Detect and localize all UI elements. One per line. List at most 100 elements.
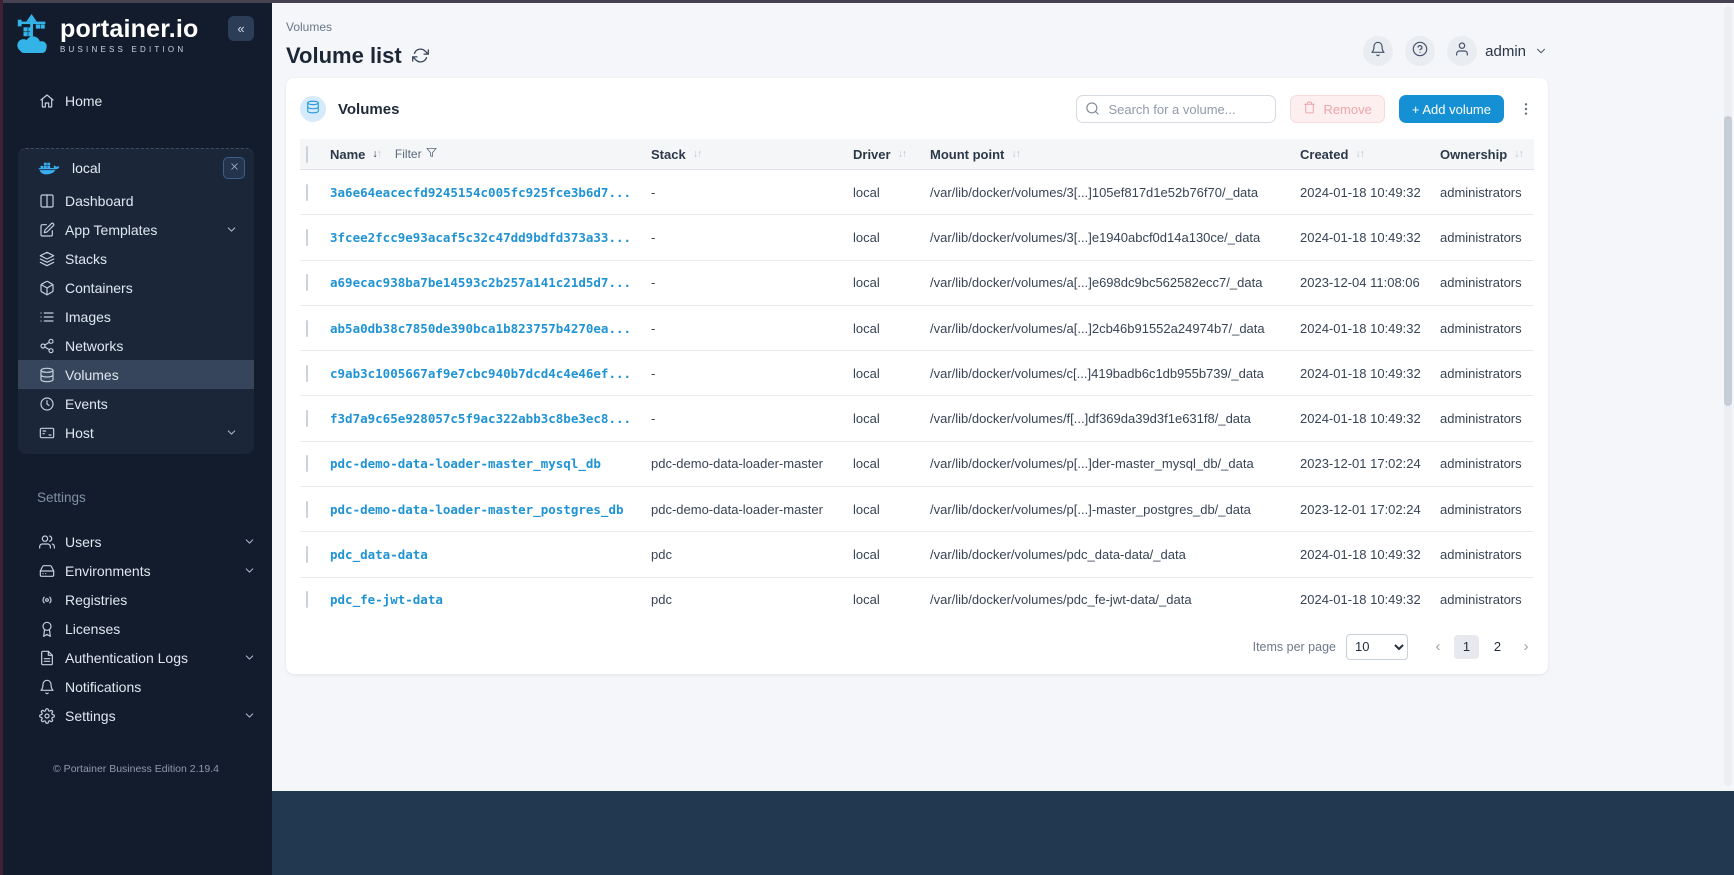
- window-top-edge: [0, 0, 1734, 3]
- vertical-scrollbar[interactable]: [1724, 6, 1732, 786]
- ownership-cell: administrators: [1440, 547, 1534, 562]
- sidebar-item-events[interactable]: Events: [18, 389, 254, 418]
- user-menu[interactable]: admin: [1447, 36, 1548, 66]
- row-checkbox[interactable]: [306, 274, 308, 291]
- ownership-cell: administrators: [1440, 411, 1534, 426]
- created-cell: 2024-01-18 10:49:32: [1300, 411, 1440, 426]
- column-header-created[interactable]: Created↓↑: [1300, 147, 1440, 162]
- volume-name-link[interactable]: pdc-demo-data-loader-master_mysql_db: [330, 456, 651, 471]
- table-row: ab5a0db38c7850de390bca1b823757b4270ea...…: [300, 305, 1534, 350]
- stack-cell: pdc: [651, 592, 853, 607]
- sidebar-item-authentication-logs[interactable]: Authentication Logs: [0, 643, 272, 672]
- volume-name-link[interactable]: pdc-demo-data-loader-master_postgres_db: [330, 502, 651, 517]
- more-options-icon[interactable]: [1518, 101, 1534, 117]
- column-header-stack[interactable]: Stack↓↑: [651, 147, 853, 162]
- driver-cell: local: [853, 230, 930, 245]
- remove-button[interactable]: Remove: [1290, 95, 1384, 123]
- volume-name-link[interactable]: pdc_fe-jwt-data: [330, 592, 651, 607]
- row-checkbox[interactable]: [306, 320, 308, 337]
- column-header-name[interactable]: Name ↓↑ Filter: [330, 147, 651, 162]
- created-cell: 2023-12-04 11:08:06: [1300, 275, 1440, 290]
- sidebar-item-app-templates[interactable]: App Templates: [18, 215, 254, 244]
- row-checkbox[interactable]: [306, 410, 308, 427]
- help-button[interactable]: [1405, 36, 1435, 66]
- sidebar-item-licenses[interactable]: Licenses: [0, 614, 272, 643]
- sidebar-item-notifications[interactable]: Notifications: [0, 672, 272, 701]
- widget-title: Volumes: [338, 101, 399, 118]
- search-input[interactable]: [1076, 95, 1276, 123]
- refresh-icon[interactable]: [412, 47, 429, 64]
- page-button-2[interactable]: 2: [1485, 635, 1510, 659]
- environment-header[interactable]: local: [18, 149, 254, 186]
- stack-cell: -: [651, 185, 853, 200]
- row-checkbox[interactable]: [306, 546, 308, 563]
- driver-cell: local: [853, 366, 930, 381]
- sidebar-item-label: Home: [65, 93, 102, 109]
- volume-name-link[interactable]: 3fcee2fcc9e93acaf5c32c47dd9bdfd373a33...: [330, 230, 651, 245]
- row-checkbox[interactable]: [306, 365, 308, 382]
- chevron-down-icon: [243, 564, 256, 577]
- next-page-icon[interactable]: ›: [1518, 638, 1534, 655]
- logo-text: portainer.io BUSINESS EDITION: [60, 17, 199, 54]
- users-icon: [38, 533, 55, 550]
- database-icon: [306, 100, 320, 119]
- items-per-page-select[interactable]: 10: [1346, 634, 1408, 660]
- column-header-driver[interactable]: Driver↓↑: [853, 147, 930, 162]
- stack-cell: -: [651, 321, 853, 336]
- user-avatar: [1447, 36, 1477, 66]
- previous-page-icon[interactable]: ‹: [1430, 638, 1446, 655]
- breadcrumb[interactable]: Volumes: [286, 20, 429, 34]
- row-checkbox[interactable]: [306, 455, 308, 472]
- sidebar-item-registries[interactable]: Registries: [0, 585, 272, 614]
- host-icon: [38, 424, 55, 441]
- sidebar-header: portainer.io BUSINESS EDITION «: [0, 0, 272, 62]
- sidebar-item-home[interactable]: Home: [0, 86, 272, 115]
- sidebar-item-networks[interactable]: Networks: [18, 331, 254, 360]
- created-cell: 2024-01-18 10:49:32: [1300, 321, 1440, 336]
- stack-cell: -: [651, 230, 853, 245]
- sidebar-item-settings[interactable]: Settings: [0, 701, 272, 730]
- sidebar-item-images[interactable]: Images: [18, 302, 254, 331]
- volume-name-link[interactable]: pdc_data-data: [330, 547, 651, 562]
- sidebar-item-users[interactable]: Users: [0, 527, 272, 556]
- sidebar-item-environments[interactable]: Environments: [0, 556, 272, 585]
- table-row: 3fcee2fcc9e93acaf5c32c47dd9bdfd373a33...…: [300, 214, 1534, 259]
- row-checkbox[interactable]: [306, 184, 308, 201]
- environment-close-button[interactable]: [223, 157, 245, 179]
- sort-icons: ↓↑: [1355, 148, 1364, 160]
- created-cell: 2023-12-01 17:02:24: [1300, 502, 1440, 517]
- sidebar-collapse-button[interactable]: «: [228, 16, 254, 41]
- row-checkbox[interactable]: [306, 591, 308, 608]
- volume-name-link[interactable]: a69ecac938ba7be14593c2b257a141c21d5d7...: [330, 275, 651, 290]
- column-header-ownership[interactable]: Ownership↓↑: [1440, 147, 1534, 162]
- row-checkbox[interactable]: [306, 229, 308, 246]
- logo-subtitle: BUSINESS EDITION: [60, 46, 199, 54]
- sidebar-item-stacks[interactable]: Stacks: [18, 244, 254, 273]
- stack-cell: pdc: [651, 547, 853, 562]
- page-button-1[interactable]: 1: [1454, 635, 1479, 659]
- mount-point-cell: /var/lib/docker/volumes/p[...]der-master…: [930, 456, 1300, 471]
- sidebar-item-containers[interactable]: Containers: [18, 273, 254, 302]
- sidebar-item-dashboard[interactable]: Dashboard: [18, 186, 254, 215]
- row-checkbox[interactable]: [306, 501, 308, 518]
- add-volume-button[interactable]: + Add volume: [1399, 95, 1504, 123]
- sidebar-item-host[interactable]: Host: [18, 418, 254, 447]
- mount-point-cell: /var/lib/docker/volumes/pdc_data-data/_d…: [930, 547, 1300, 562]
- mount-point-cell: /var/lib/docker/volumes/pdc_fe-jwt-data/…: [930, 592, 1300, 607]
- trash-icon: [1303, 101, 1316, 117]
- stack-cell: -: [651, 275, 853, 290]
- volume-name-link[interactable]: c9ab3c1005667af9e7cbc940b7dcd4c4e46ef...: [330, 366, 651, 381]
- sidebar-item-volumes[interactable]: Volumes: [18, 360, 254, 389]
- stack-cell: -: [651, 366, 853, 381]
- volume-name-link[interactable]: ab5a0db38c7850de390bca1b823757b4270ea...: [330, 321, 651, 336]
- sidebar: portainer.io BUSINESS EDITION « Home: [0, 0, 272, 875]
- mount-point-cell: /var/lib/docker/volumes/a[...]e698dc9bc5…: [930, 275, 1300, 290]
- volume-name-link[interactable]: 3a6e64eacecfd9245154c005fc925fce3b6d7...: [330, 185, 651, 200]
- scrollbar-thumb[interactable]: [1724, 116, 1732, 406]
- column-header-mount-point[interactable]: Mount point↓↑: [930, 147, 1300, 162]
- notifications-button[interactable]: [1363, 36, 1393, 66]
- select-all-checkbox[interactable]: [306, 146, 308, 163]
- filter-button[interactable]: Filter: [395, 147, 437, 161]
- environment-name: local: [72, 160, 101, 176]
- volume-name-link[interactable]: f3d7a9c65e928057c5f9ac322abb3c8be3ec8...: [330, 411, 651, 426]
